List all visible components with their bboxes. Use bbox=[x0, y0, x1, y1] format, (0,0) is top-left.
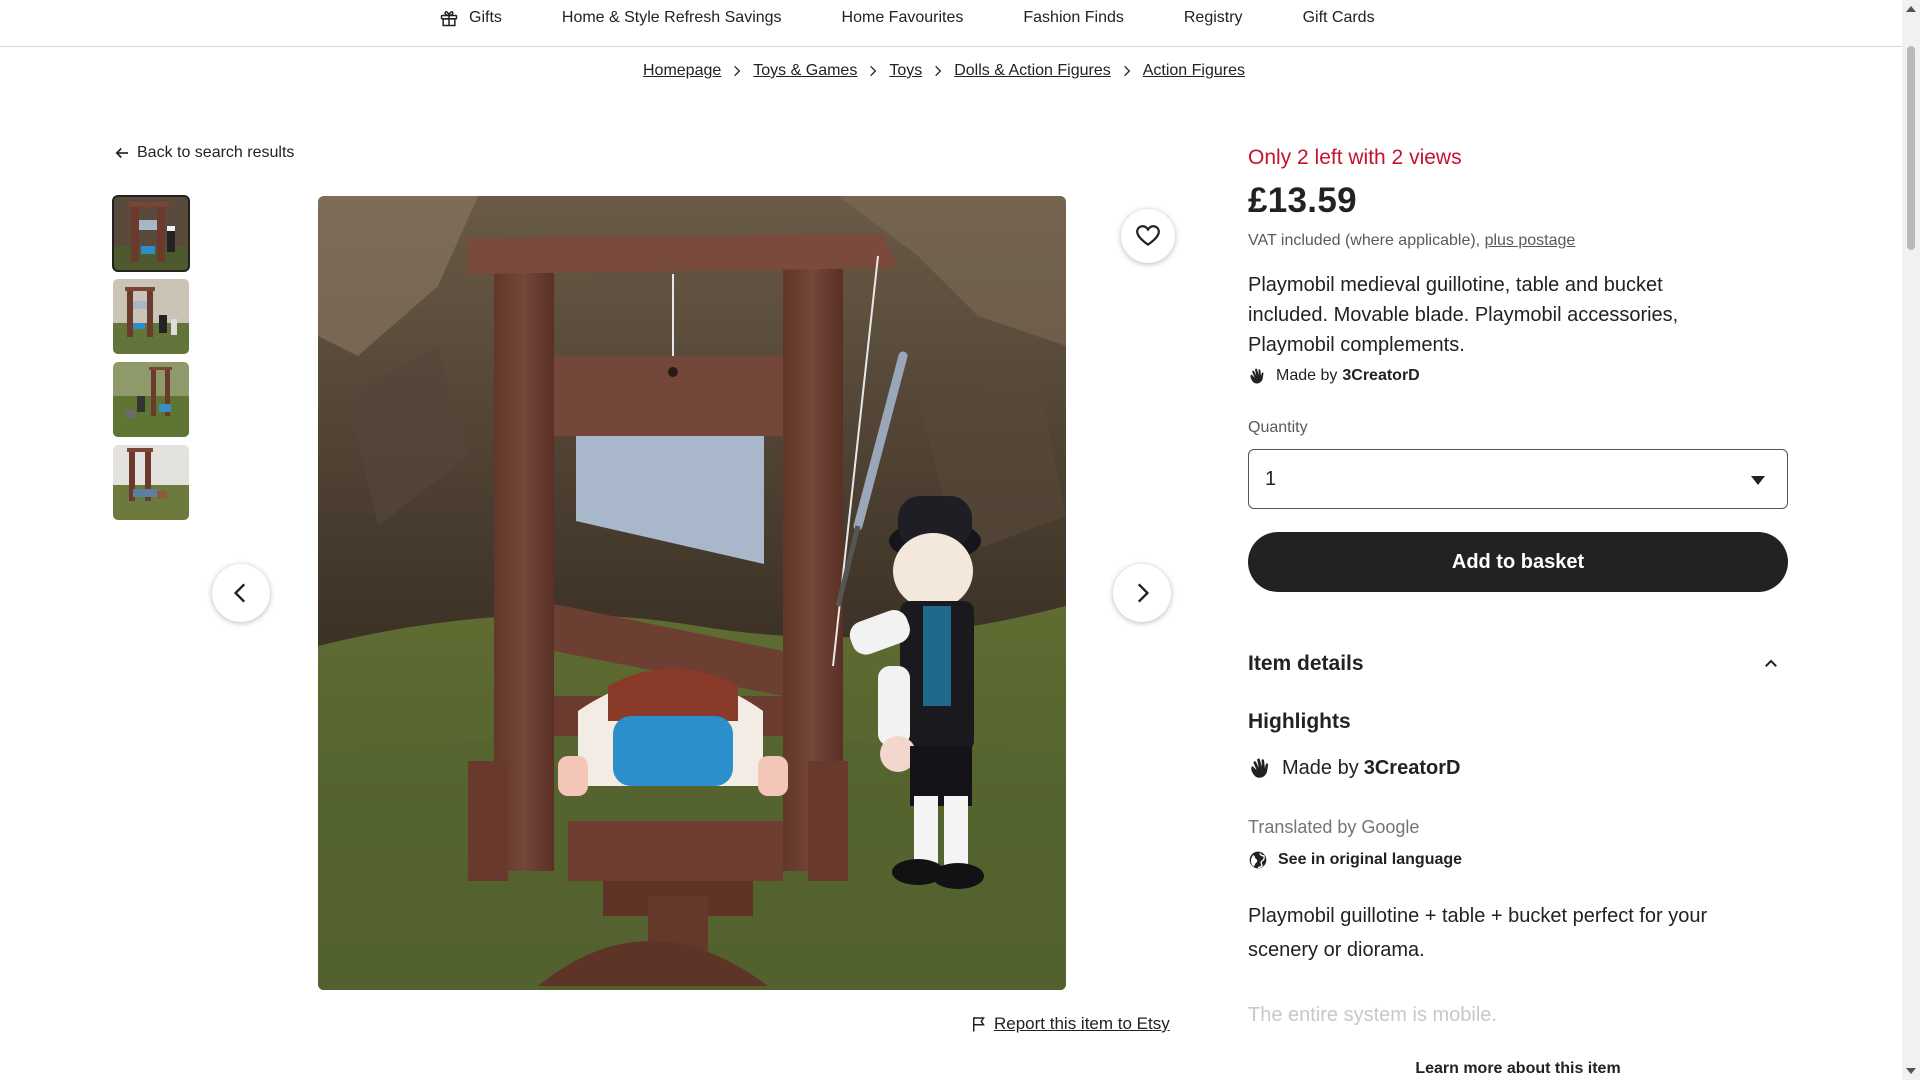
breadcrumb-homepage[interactable]: Homepage bbox=[643, 62, 721, 80]
chevron-up-icon bbox=[1765, 659, 1777, 667]
thumbnail-image bbox=[113, 445, 189, 520]
thumbnail-2[interactable] bbox=[113, 279, 189, 354]
back-to-search-link[interactable]: Back to search results bbox=[113, 144, 294, 162]
thumbnail-image bbox=[113, 279, 189, 354]
translated-note: Translated by Google bbox=[1248, 817, 1420, 837]
top-navigation: Gifts Home & Style Refresh Savings Home … bbox=[0, 0, 1902, 47]
made-by-line: Made by 3CreatorD bbox=[1248, 366, 1420, 386]
nav-item-registry[interactable]: Registry bbox=[1184, 9, 1243, 27]
made-by-prefix: Made by bbox=[1282, 756, 1359, 779]
caret-down-icon bbox=[1751, 476, 1765, 485]
previous-image-button[interactable] bbox=[212, 564, 270, 622]
scroll-down-arrow[interactable] bbox=[1906, 1068, 1916, 1074]
hand-wave-icon bbox=[1250, 368, 1264, 384]
quantity-value: 1 bbox=[1265, 467, 1277, 490]
item-details-heading: Item details bbox=[1248, 652, 1364, 675]
report-link-label: Report this item to Etsy bbox=[994, 1014, 1170, 1033]
chevron-right-icon bbox=[1123, 65, 1130, 77]
price: £13.59 bbox=[1248, 181, 1357, 220]
breadcrumb-action-figures[interactable]: Action Figures bbox=[1143, 62, 1245, 80]
thumbnail-3[interactable] bbox=[113, 362, 189, 437]
chevron-right-icon bbox=[870, 65, 877, 77]
nav-item-gifts[interactable]: Gifts bbox=[439, 8, 502, 28]
gift-icon bbox=[440, 11, 458, 27]
quantity-select[interactable]: 1 bbox=[1248, 449, 1788, 509]
arrow-left-icon bbox=[115, 147, 128, 159]
nav-item-gift-cards[interactable]: Gift Cards bbox=[1303, 9, 1375, 27]
nav-item-home-style-refresh[interactable]: Home & Style Refresh Savings bbox=[562, 9, 782, 27]
thumbnail-image bbox=[113, 362, 189, 437]
nav-items: Gifts Home & Style Refresh Savings Home … bbox=[439, 0, 1435, 36]
item-details-toggle[interactable]: Item details bbox=[1248, 652, 1788, 676]
breadcrumb-toys-games[interactable]: Toys & Games bbox=[753, 62, 857, 80]
highlight-made-by: Made by 3CreatorD bbox=[1248, 755, 1460, 781]
nav-item-home-favourites[interactable]: Home Favourites bbox=[842, 9, 964, 27]
nav-item-label: Gifts bbox=[469, 9, 502, 26]
main-product-image[interactable] bbox=[318, 196, 1066, 990]
chevron-right-icon bbox=[1137, 583, 1150, 603]
scroll-up-arrow[interactable] bbox=[1906, 6, 1916, 12]
listing-title: Playmobil medieval guillotine, table and… bbox=[1248, 274, 1679, 356]
quantity-label: Quantity bbox=[1248, 419, 1308, 436]
chevron-left-icon bbox=[233, 583, 246, 603]
flag-icon bbox=[973, 1017, 985, 1032]
chevron-right-icon bbox=[734, 65, 741, 77]
shop-name[interactable]: 3CreatorD bbox=[1364, 757, 1461, 780]
nav-item-fashion-finds[interactable]: Fashion Finds bbox=[1023, 9, 1124, 27]
thumbnail-list bbox=[112, 195, 190, 528]
breadcrumb-toys[interactable]: Toys bbox=[889, 62, 922, 80]
thumbnail-image bbox=[113, 196, 189, 271]
next-image-button[interactable] bbox=[1113, 564, 1171, 622]
page-scrollbar[interactable] bbox=[1902, 0, 1920, 1080]
breadcrumb: Homepage Toys & Games Toys Dolls & Actio… bbox=[643, 62, 1245, 80]
postage-link[interactable]: plus postage bbox=[1485, 232, 1576, 249]
favourite-button[interactable] bbox=[1121, 209, 1175, 263]
description-paragraph-1: Playmobil guillotine + table + bucket pe… bbox=[1248, 905, 1708, 961]
hand-wave-icon bbox=[1251, 758, 1269, 778]
thumbnail-1[interactable] bbox=[112, 195, 190, 272]
breadcrumb-dolls-action-figures[interactable]: Dolls & Action Figures bbox=[954, 62, 1111, 80]
scrollbar-thumb[interactable] bbox=[1907, 46, 1915, 250]
learn-more-link[interactable]: Learn more about this item bbox=[1248, 1060, 1788, 1078]
back-link-label: Back to search results bbox=[137, 144, 295, 161]
thumbnail-4[interactable] bbox=[113, 445, 189, 520]
highlights-heading: Highlights bbox=[1248, 710, 1351, 733]
vat-text: VAT included (where applicable), bbox=[1248, 232, 1485, 249]
product-photo bbox=[318, 196, 1066, 990]
report-item-link[interactable]: Report this item to Etsy bbox=[970, 1014, 1170, 1034]
shop-name[interactable]: 3CreatorD bbox=[1342, 367, 1419, 385]
globe-icon bbox=[1249, 851, 1267, 869]
add-to-basket-button[interactable]: Add to basket bbox=[1248, 532, 1788, 592]
made-by-prefix: Made by bbox=[1276, 367, 1338, 384]
description-paragraph-2: The entire system is mobile. bbox=[1248, 1004, 1497, 1026]
see-original-language-label: See in original language bbox=[1278, 851, 1463, 868]
vat-note: VAT included (where applicable), plus po… bbox=[1248, 232, 1575, 250]
see-original-language-link[interactable]: See in original language bbox=[1248, 850, 1462, 870]
heart-icon bbox=[1136, 225, 1160, 246]
chevron-right-icon bbox=[935, 65, 942, 77]
stock-alert: Only 2 left with 2 views bbox=[1248, 146, 1462, 169]
